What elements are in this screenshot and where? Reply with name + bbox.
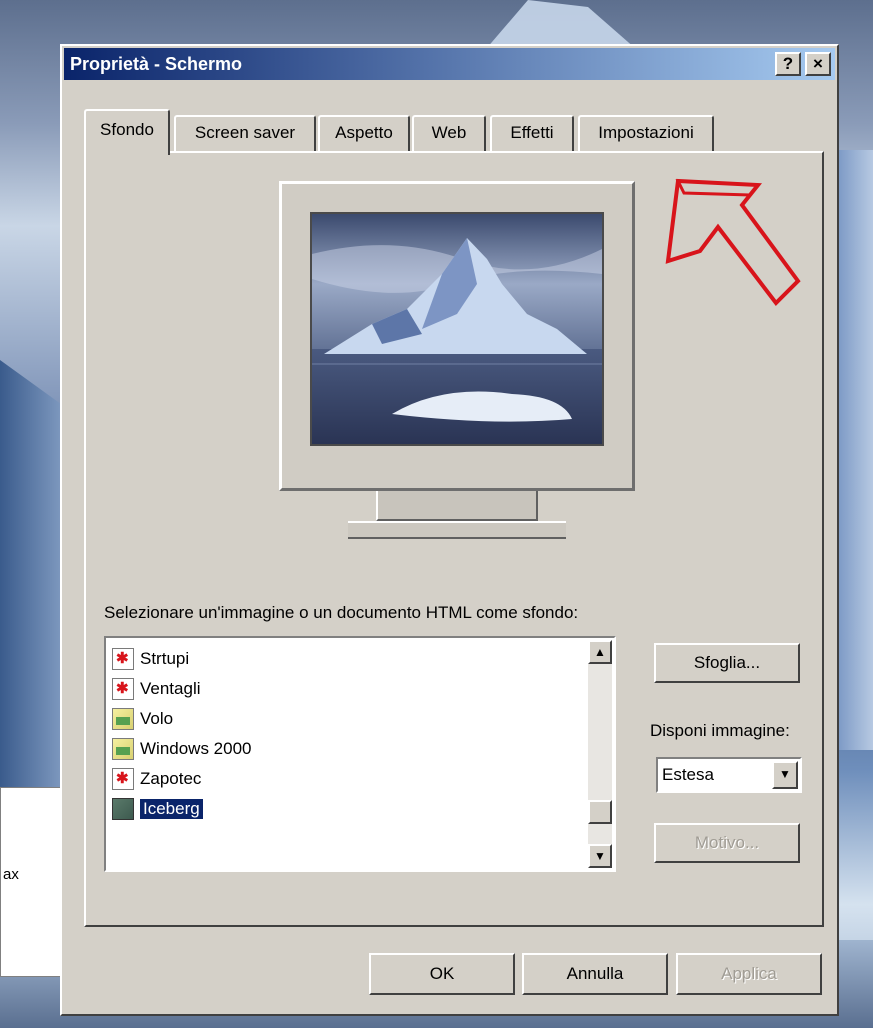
arrange-select-value: Estesa — [662, 765, 714, 784]
tab-sfondo[interactable]: Sfondo — [84, 109, 170, 155]
list-item[interactable]: Volo — [112, 704, 252, 734]
list-item-label: Windows 2000 — [140, 739, 252, 758]
scroll-down-arrow-icon[interactable]: ▼ — [588, 844, 612, 868]
list-item[interactable]: Strtupi — [112, 644, 252, 674]
list-item-label: Volo — [140, 709, 174, 728]
list-item-label: Iceberg — [140, 799, 203, 819]
display-properties-dialog: Proprietà - Schermo ? × Sfondo Screen sa… — [60, 44, 839, 1016]
annotation-arrow-icon — [665, 178, 801, 307]
wallpaper-listbox[interactable]: Strtupi Ventagli Volo Windows 2000 Zapot… — [104, 636, 616, 872]
wallpaper-items: Strtupi Ventagli Volo Windows 2000 Zapot… — [112, 644, 252, 824]
tab-impostazioni[interactable]: Impostazioni — [578, 115, 714, 153]
list-item-label: Strtupi — [140, 649, 190, 668]
tab-effetti[interactable]: Effetti — [490, 115, 574, 153]
list-item[interactable]: Ventagli — [112, 674, 252, 704]
ok-button[interactable]: OK — [369, 953, 515, 995]
bitmap-file-icon — [112, 708, 134, 730]
scroll-up-arrow-icon[interactable]: ▲ — [588, 640, 612, 664]
list-item-label: Ventagli — [140, 679, 201, 698]
list-scrollbar[interactable]: ▲ ▼ — [588, 640, 612, 868]
monitor-preview — [279, 181, 635, 491]
tab-panel-sfondo: Selezionare un'immagine o un documento H… — [84, 151, 824, 927]
browse-button[interactable]: Sfoglia... — [654, 643, 800, 683]
list-item-selected[interactable]: Iceberg — [112, 794, 252, 824]
wallpaper-preview — [310, 212, 604, 446]
wallpaper-list-label: Selezionare un'immagine o un documento H… — [104, 603, 579, 622]
background-window-text: ax — [3, 866, 19, 883]
tab-screen-saver[interactable]: Screen saver — [174, 115, 316, 153]
html-file-icon — [112, 768, 134, 790]
html-file-icon — [112, 678, 134, 700]
title-bar[interactable]: Proprietà - Schermo ? × — [64, 48, 835, 80]
bitmap-file-icon — [112, 738, 134, 760]
list-item[interactable]: Windows 2000 — [112, 734, 252, 764]
monitor-stand-base — [348, 521, 566, 539]
arrange-label: Disponi immagine: — [650, 721, 790, 740]
dropdown-arrow-icon[interactable]: ▼ — [772, 761, 798, 789]
list-item[interactable]: Zapotec — [112, 764, 252, 794]
list-item-label: Zapotec — [140, 769, 202, 788]
monitor-stand-neck — [376, 491, 538, 521]
apply-button[interactable]: Applica — [676, 953, 822, 995]
tab-aspetto[interactable]: Aspetto — [318, 115, 410, 153]
close-button[interactable]: × — [805, 52, 831, 76]
arrange-select[interactable]: Estesa ▼ — [656, 757, 802, 793]
window-title: Proprietà - Schermo — [70, 54, 243, 74]
tab-web[interactable]: Web — [412, 115, 486, 153]
html-file-icon — [112, 648, 134, 670]
help-button[interactable]: ? — [775, 52, 801, 76]
cancel-button[interactable]: Annulla — [522, 953, 668, 995]
scroll-thumb[interactable] — [588, 800, 612, 824]
pattern-button[interactable]: Motivo... — [654, 823, 800, 863]
bitmap-file-icon — [112, 798, 134, 820]
